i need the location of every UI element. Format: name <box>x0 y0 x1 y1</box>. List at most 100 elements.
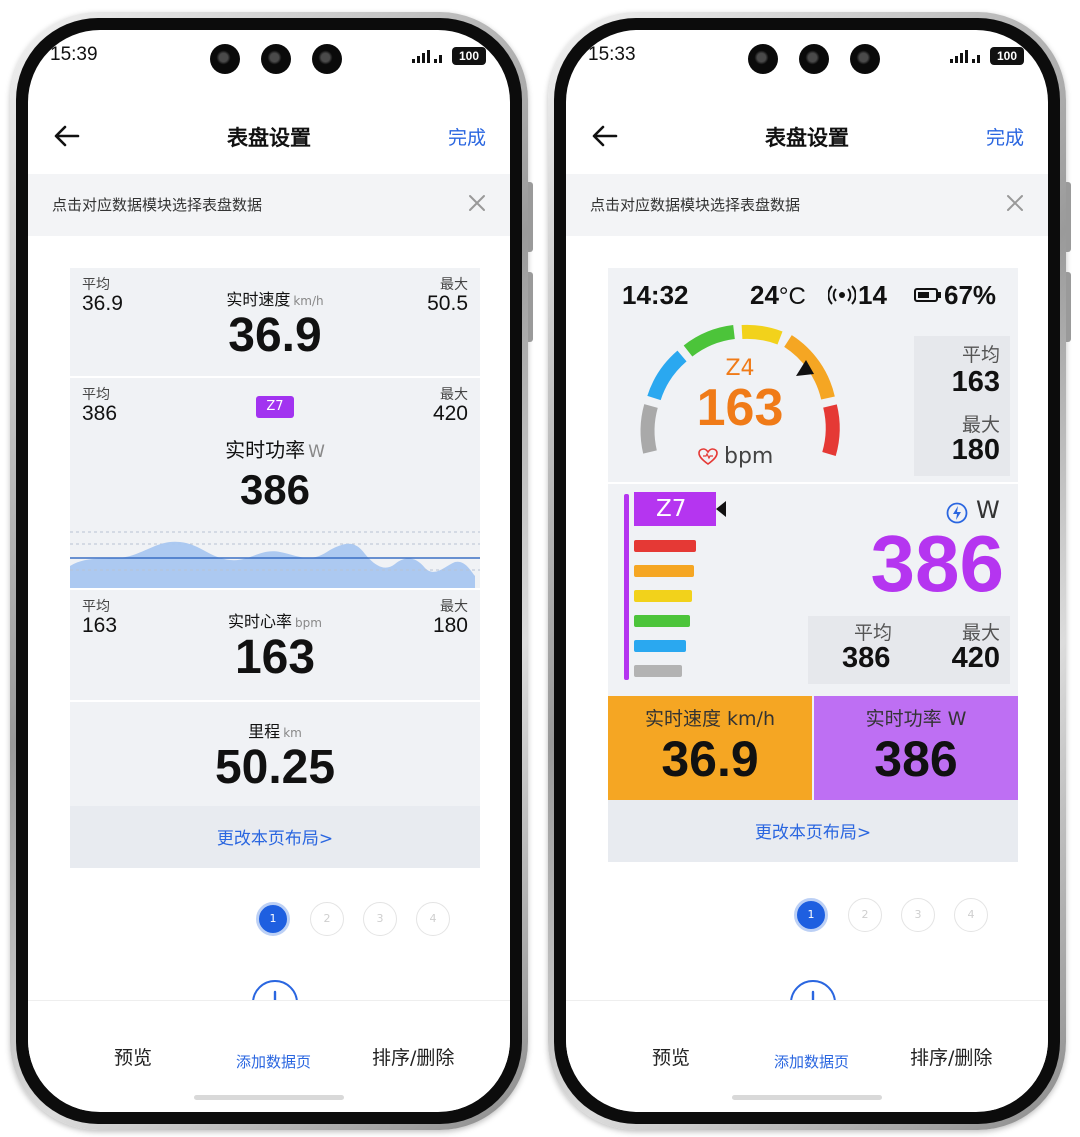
signal-icon <box>412 50 442 63</box>
satellite-count: 14 <box>858 280 887 310</box>
screen: 15:33 100 表盘设置 完成 点击对应数据模块选择表盘数据 14:32 2… <box>566 30 1048 1112</box>
power-button <box>528 272 533 342</box>
volume-button <box>1066 182 1071 252</box>
power-value: 386 <box>239 466 311 513</box>
phone-right: 15:33 100 表盘设置 完成 点击对应数据模块选择表盘数据 14:32 2… <box>548 12 1071 1130</box>
page-title: 表盘设置 <box>227 126 311 150</box>
nav-bar: 表盘设置 完成 <box>28 114 510 158</box>
gps-signal-icon <box>828 285 856 305</box>
done-button[interactable]: 完成 <box>448 123 486 150</box>
page-dot-4[interactable]: 4 <box>954 898 988 932</box>
watchface-preview: 14:32 24°C 14 67% Z4 163 bpm 平均 163 最大 1… <box>608 268 1018 862</box>
hint-banner: 点击对应数据模块选择表盘数据 <box>28 174 510 236</box>
heart-rate-unit: bpm <box>295 616 322 630</box>
max-value: 420 <box>432 402 468 425</box>
phone-left: 15:39 100 表盘设置 完成 点击对应数据模块选择表盘数据 平均 36.9… <box>10 12 533 1130</box>
page-dot-4[interactable]: 4 <box>416 902 450 936</box>
speed-module[interactable]: 平均 36.9 实时速度 km/h 36.9 最大 50.5 <box>70 268 480 376</box>
temperature-value: 24 <box>750 280 779 310</box>
add-page-label[interactable]: 添加数据页 <box>236 1051 311 1072</box>
power-zone-badge: Z7 <box>256 396 294 418</box>
power-zone-badge: Z7 <box>634 492 716 526</box>
page-title: 表盘设置 <box>765 126 849 150</box>
device-clock: 14:32 <box>622 280 689 310</box>
status-bar: 15:39 100 <box>28 44 510 84</box>
avg-value: 386 <box>842 642 891 674</box>
battery-icon: 100 <box>990 47 1024 65</box>
home-indicator <box>194 1095 344 1100</box>
heart-rate-value: 163 <box>234 631 316 684</box>
page-dot-2[interactable]: 2 <box>310 902 344 936</box>
page-dot-1[interactable]: 1 <box>256 902 290 936</box>
power-tile-label: 实时功率 W <box>865 708 967 730</box>
max-value: 180 <box>432 614 468 637</box>
home-indicator <box>732 1095 882 1100</box>
status-time: 15:39 <box>50 44 98 65</box>
distance-label-text: 里程 <box>248 722 281 741</box>
hint-text: 点击对应数据模块选择表盘数据 <box>52 196 263 214</box>
power-unit: W <box>308 442 325 462</box>
camera-icon <box>748 44 778 74</box>
zone-bar-z5 <box>634 565 694 577</box>
power-tile[interactable]: 实时功率 W 386 <box>814 696 1018 800</box>
zone-bar-z2 <box>634 640 686 652</box>
page-dot-1[interactable]: 1 <box>794 898 828 932</box>
max-label: 最大 <box>440 277 468 293</box>
zone-bar-z6 <box>634 540 696 552</box>
divider <box>608 482 1018 484</box>
close-icon[interactable] <box>1004 192 1026 214</box>
max-power: 最大 420 <box>433 388 468 424</box>
power-module[interactable]: 平均 386 Z7 实时功率 W 386 最大 420 <box>70 378 480 588</box>
hint-banner: 点击对应数据模块选择表盘数据 <box>566 174 1048 236</box>
temperature-unit: °C <box>778 283 806 310</box>
temperature: 24°C <box>750 280 806 311</box>
power-tile-value: 386 <box>874 731 958 787</box>
camera-icon <box>850 44 880 74</box>
close-icon[interactable] <box>466 192 488 214</box>
sort-delete-button[interactable]: 排序/删除 <box>372 1043 454 1070</box>
preview-button[interactable]: 预览 <box>114 1043 152 1070</box>
zone-bar-z1 <box>634 665 682 677</box>
bottom-bar: 预览 添加数据页 排序/删除 <box>28 1000 510 1110</box>
hr-avg-box: 平均 163 <box>914 336 1010 408</box>
page-dot-3[interactable]: 3 <box>363 902 397 936</box>
camera-icon <box>799 44 829 74</box>
bottom-bar: 预览 添加数据页 排序/删除 <box>566 1000 1048 1110</box>
camera-icon <box>312 44 342 74</box>
change-layout-link[interactable]: 更改本页布局> <box>608 818 1018 843</box>
preview-button[interactable]: 预览 <box>652 1043 690 1070</box>
change-layout-link[interactable]: 更改本页布局> <box>70 824 480 849</box>
speed-tile[interactable]: 实时速度 km/h 36.9 <box>608 696 812 800</box>
page-dot-2[interactable]: 2 <box>848 898 882 932</box>
hint-text: 点击对应数据模块选择表盘数据 <box>590 196 801 214</box>
distance-module[interactable]: 里程 km 50.25 <box>70 702 480 806</box>
speed-label: 实时速度 km/h <box>70 286 480 310</box>
hr-max-box: 最大 180 <box>914 408 1010 476</box>
signal-icon <box>950 50 980 63</box>
max-value: 420 <box>951 642 1000 674</box>
sort-delete-button[interactable]: 排序/删除 <box>910 1043 992 1070</box>
heart-rate-module[interactable]: 平均 163 实时心率 bpm 163 最大 180 <box>70 590 480 700</box>
add-page-label[interactable]: 添加数据页 <box>774 1051 849 1072</box>
speed-label-text: 实时速度 <box>226 290 291 309</box>
max-label: 最大 <box>961 414 1000 436</box>
volume-button <box>528 182 533 252</box>
change-layout-bar: 更改本页布局> <box>70 806 480 868</box>
max-label: 最大 <box>961 622 1000 644</box>
phone-bezel: 15:33 100 表盘设置 完成 点击对应数据模块选择表盘数据 14:32 2… <box>554 18 1060 1124</box>
zone-bar-z4 <box>634 590 692 602</box>
speed-tile-value: 36.9 <box>661 731 759 787</box>
avg-label: 平均 <box>82 387 110 403</box>
battery-icon: 100 <box>452 47 486 65</box>
power-value[interactable]: 386 <box>871 520 1004 608</box>
distance-unit: km <box>283 726 302 740</box>
phone-bezel: 15:39 100 表盘设置 完成 点击对应数据模块选择表盘数据 平均 36.9… <box>16 18 522 1124</box>
power-label-text: 实时功率 <box>225 438 306 462</box>
status-time: 15:33 <box>588 44 636 65</box>
change-layout-bar: 更改本页布局> <box>608 800 1018 862</box>
nav-bar: 表盘设置 完成 <box>566 114 1048 158</box>
avg-label: 平均 <box>961 344 1000 366</box>
camera-icon <box>261 44 291 74</box>
done-button[interactable]: 完成 <box>986 123 1024 150</box>
page-dot-3[interactable]: 3 <box>901 898 935 932</box>
